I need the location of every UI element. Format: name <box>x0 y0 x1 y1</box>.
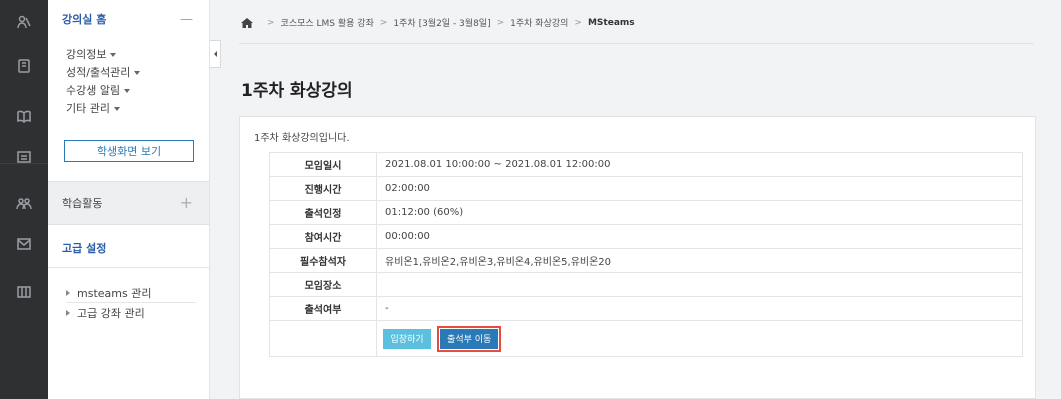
group-icon[interactable] <box>0 182 48 226</box>
caret-down-icon <box>134 71 141 75</box>
mail-icon[interactable] <box>0 222 48 266</box>
book-icon[interactable] <box>0 94 48 138</box>
sidebar-item-msteams-manage[interactable]: msteams 관리 <box>66 283 196 303</box>
row-label: 진행시간 <box>269 176 377 201</box>
row-label: 필수참석자 <box>269 248 377 273</box>
divider <box>239 43 1034 44</box>
row-value <box>376 272 1023 297</box>
action-cell: 입장하기 출석부 이동 <box>376 320 1023 357</box>
sidebar-header: 강의실 홈 — <box>48 0 209 38</box>
table-row: 진행시간 02:00:00 <box>269 176 1023 201</box>
breadcrumb-separator: > <box>267 17 275 28</box>
triangle-right-icon <box>66 310 70 316</box>
main-content: > 코스모스 LMS 활용 강좌 > 1주차 [3월2일 - 3월8일] > 1… <box>221 0 1061 399</box>
row-label: 출석인정 <box>269 200 377 225</box>
row-value: 02:00:00 <box>376 176 1023 201</box>
row-value: 01:12:00 (60%) <box>376 200 1023 225</box>
breadcrumb-separator: > <box>496 17 505 28</box>
table-row: 모임일시 2021.08.01 10:00:00 ~ 2021.08.01 12… <box>269 152 1023 177</box>
caret-down-icon <box>113 107 120 111</box>
table-row: 필수참석자 유비온1,유비온2,유비온3,유비온4,유비온5,유비온20 <box>269 248 1023 273</box>
table-row: 모임장소 <box>269 272 1023 297</box>
highlight-box: 출석부 이동 <box>437 325 502 352</box>
row-label: 모임일시 <box>269 152 377 177</box>
chevron-left-icon <box>213 51 217 57</box>
home-icon[interactable] <box>241 17 253 28</box>
breadcrumb-item-lecture[interactable]: 1주차 화상강의 <box>510 16 568 29</box>
student-view-button[interactable]: 학생화면 보기 <box>64 140 194 162</box>
course-sidebar: 강의실 홈 — 강의정보 성적/출석관리 수강생 알림 기타 관리 학생화면 보… <box>48 0 210 399</box>
breadcrumb-separator: > <box>379 17 388 28</box>
divider <box>48 267 209 268</box>
breadcrumb-item-course[interactable]: 코스모스 LMS 활용 강좌 <box>281 16 374 29</box>
page-title: 1주차 화상강의 <box>241 81 353 101</box>
sidebar-menu: 강의정보 성적/출석관리 수강생 알림 기타 관리 <box>66 46 141 118</box>
row-value: - <box>376 296 1023 321</box>
sidebar-title[interactable]: 강의실 홈 <box>62 11 106 27</box>
meeting-info-table: 모임일시 2021.08.01 10:00:00 ~ 2021.08.01 12… <box>269 152 1023 357</box>
advanced-settings-list: msteams 관리 고급 강좌 관리 <box>66 283 196 323</box>
caret-down-icon <box>110 53 117 57</box>
sidebar-item-course-info[interactable]: 강의정보 <box>66 46 140 64</box>
row-value: 유비온1,유비온2,유비온3,유비온4,유비온5,유비온20 <box>376 248 1023 273</box>
sidebar-item-grades-attendance[interactable]: 성적/출석관리 <box>66 64 141 82</box>
row-label: 모임장소 <box>269 272 377 297</box>
intro-text: 1주차 화상강의입니다. <box>254 133 350 144</box>
plus-icon[interactable]: + <box>180 193 193 212</box>
activities-label: 학습활동 <box>62 197 103 210</box>
rail-divider <box>0 163 48 164</box>
row-label: 참여시간 <box>269 224 377 249</box>
triangle-right-icon <box>66 289 70 296</box>
library-icon[interactable] <box>0 270 48 314</box>
sidebar-item-etc-management[interactable]: 기타 관리 <box>66 100 140 118</box>
icon-rail <box>0 0 48 399</box>
table-row: 입장하기 출석부 이동 <box>269 320 1023 357</box>
board-icon[interactable] <box>0 136 48 180</box>
advanced-settings-title[interactable]: 고급 설정 <box>62 240 106 256</box>
row-label: 출석여부 <box>269 296 377 321</box>
row-value: 2021.08.01 10:00:00 ~ 2021.08.01 12:00:0… <box>376 152 1023 177</box>
meeting-card: 1주차 화상강의입니다. 모임일시 2021.08.01 10:00:00 ~ … <box>239 116 1036 399</box>
breadcrumb-item-week[interactable]: 1주차 [3월2일 - 3월8일] <box>393 16 490 29</box>
breadcrumb-current: MSteams <box>587 17 635 28</box>
table-row: 출석인정 01:12:00 (60%) <box>269 200 1023 225</box>
breadcrumb-separator: > <box>574 17 582 28</box>
enter-meeting-button[interactable]: 입장하기 <box>383 328 431 349</box>
empty-cell <box>269 320 377 357</box>
sidebar-section-activities[interactable]: 학습활동 + <box>48 181 209 225</box>
sidebar-toggle-button[interactable] <box>210 40 221 68</box>
table-row: 출석여부 - <box>269 296 1023 321</box>
people-icon[interactable] <box>0 0 48 44</box>
attendance-book-button[interactable]: 출석부 이동 <box>440 328 499 349</box>
collapse-icon[interactable]: — <box>180 12 193 27</box>
sidebar-item-student-notice[interactable]: 수강생 알림 <box>66 82 140 100</box>
sidebar-item-advanced-course-manage[interactable]: 고급 강좌 관리 <box>66 303 196 323</box>
caret-down-icon <box>124 89 131 93</box>
breadcrumb: > 코스모스 LMS 활용 강좌 > 1주차 [3월2일 - 3월8일] > 1… <box>241 16 635 29</box>
row-value: 00:00:00 <box>376 224 1023 249</box>
table-row: 참여시간 00:00:00 <box>269 224 1023 249</box>
note-icon[interactable] <box>0 44 48 88</box>
